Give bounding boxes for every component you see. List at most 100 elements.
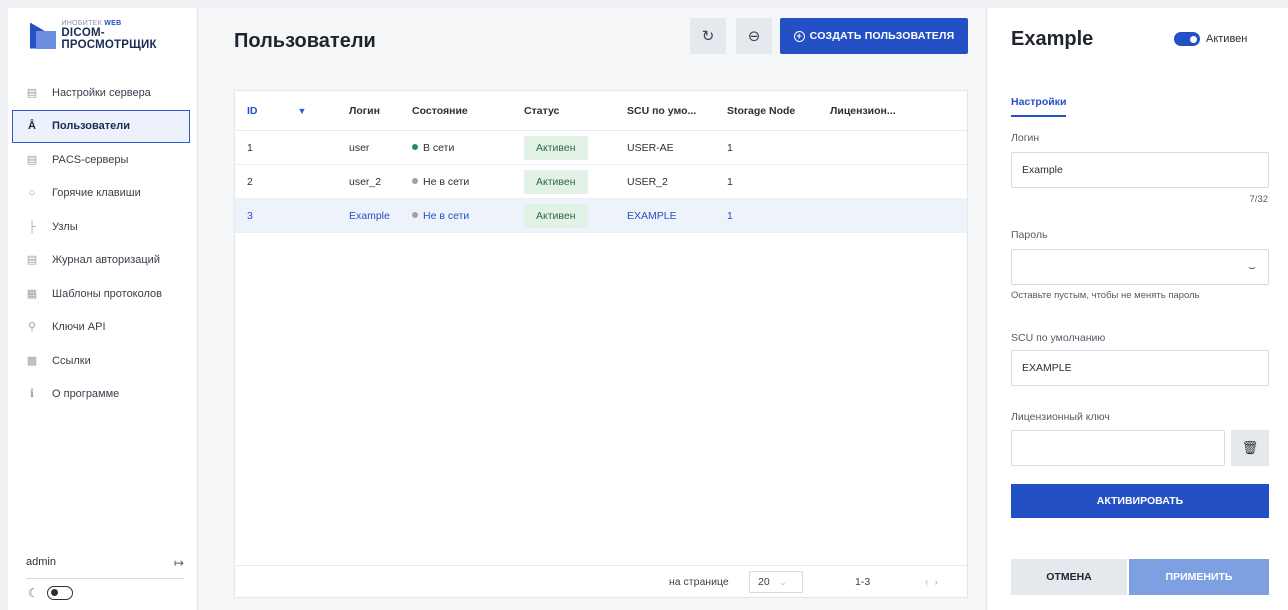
users-table: ID ▼ Логин Состояние Статус SCU по умо...…	[234, 90, 968, 598]
cell-state: Не в сети	[400, 210, 512, 222]
sidebar-item-label: Пользователи	[52, 120, 131, 133]
active-switch[interactable]	[1174, 32, 1200, 46]
page-range: 1-3	[855, 575, 871, 588]
clear-license-button[interactable]: 🗑	[1231, 430, 1269, 466]
sidebar-item-templates[interactable]: ▦ Шаблоны протоколов	[8, 277, 198, 311]
current-user: admin	[26, 556, 56, 568]
password-hint: Оставьте пустым, чтобы не менять пароль	[1011, 290, 1200, 301]
server-icon: ▤	[26, 86, 38, 99]
cell-state: В сети	[400, 142, 512, 154]
sidebar-item-label: Шаблоны протоколов	[52, 287, 162, 300]
login-field[interactable]: Example	[1011, 152, 1269, 188]
cell-status: Активен	[512, 203, 615, 228]
password-field[interactable]: ⌣	[1011, 249, 1269, 285]
cell-scu: USER_2	[627, 175, 668, 188]
sidebar-item-label: Настройки сервера	[52, 86, 151, 99]
table-row-selected[interactable]: 3 Example Не в сети Активен EXAMPLE 1	[235, 199, 967, 233]
per-page-label: на странице	[669, 575, 729, 588]
theme-toggle[interactable]	[46, 586, 73, 600]
table-row[interactable]: 2 user_2 Не в сети Активен USER_2 1	[235, 165, 967, 199]
key-icon: ⚲	[27, 321, 37, 334]
sidebar-item-server-settings[interactable]: ▤ Настройки сервера	[8, 76, 198, 110]
per-page-value: 20	[758, 576, 770, 588]
active-toggle[interactable]: Активен	[1174, 32, 1247, 46]
page-title: Пользователи	[234, 30, 376, 52]
cell-state: Не в сети	[400, 176, 512, 188]
refresh-icon: ↻	[701, 28, 715, 45]
apply-button[interactable]: ПРИМЕНИТЬ	[1129, 559, 1269, 595]
links-icon: ▩	[26, 354, 38, 367]
next-page-icon[interactable]: ›	[935, 576, 945, 588]
eye-closed-icon[interactable]: ⌣	[1248, 260, 1256, 275]
sidebar-item-label: О программе	[52, 388, 120, 401]
login-counter: 7/32	[1249, 194, 1269, 205]
sidebar-item-users[interactable]: Å Пользователи	[12, 109, 190, 143]
status-badge: Активен	[524, 203, 588, 228]
per-page-select[interactable]: 20 ⌄	[749, 571, 803, 593]
password-label: Пароль	[1011, 229, 1048, 241]
create-user-button[interactable]: + СОЗДАТЬ ПОЛЬЗОВАТЕЛЯ	[780, 18, 968, 54]
activate-button[interactable]: АКТИВИРОВАТЬ	[1011, 484, 1269, 518]
cell-id: 1	[247, 141, 253, 154]
status-badge: Активен	[524, 169, 588, 194]
sidebar-item-label: Ключи API	[52, 321, 106, 334]
sidebar-item-links[interactable]: ▩ Ссылки	[8, 344, 198, 378]
cancel-button[interactable]: ОТМЕНА	[1011, 559, 1127, 595]
sidebar-item-auth-log[interactable]: ▤ Журнал авторизаций	[8, 244, 198, 278]
filter-button[interactable]: ⊖	[736, 18, 772, 54]
table-row[interactable]: 1 user В сети Активен USER-AE 1	[235, 131, 967, 165]
scu-field[interactable]: EXAMPLE	[1011, 350, 1269, 386]
user-details-panel: Example Активен Настройки Логин Example …	[986, 8, 1288, 610]
sidebar-item-label: Журнал авторизаций	[52, 254, 160, 267]
sidebar-item-pacs[interactable]: ▤ PACS-серверы	[8, 143, 198, 177]
sidebar-item-api-keys[interactable]: ⚲ Ключи API	[8, 311, 198, 345]
app-logo[interactable]: ИНОБИТЕК WEB DICOM-ПРОСМОТРЩИК	[30, 20, 197, 51]
offline-dot-icon	[412, 211, 418, 218]
sidebar-item-about[interactable]: ℹ О программе	[8, 378, 198, 412]
logout-icon[interactable]: ↦	[174, 556, 184, 570]
cell-storage-node: 1	[727, 141, 733, 154]
logo-icon	[30, 22, 56, 49]
scu-label: SCU по умолчанию	[1011, 332, 1106, 344]
scu-value: EXAMPLE	[1022, 362, 1072, 374]
chevron-down-icon: ⌄	[779, 577, 787, 587]
cell-login: Example	[349, 209, 390, 222]
column-storage-node[interactable]: Storage Node	[715, 105, 818, 117]
column-login[interactable]: Логин	[297, 105, 400, 117]
logo-prefix: ИНОБИТЕК	[61, 20, 103, 27]
template-icon: ▦	[26, 287, 38, 300]
refresh-button[interactable]: ↻	[690, 18, 726, 54]
prev-page-icon[interactable]: ‹	[925, 576, 935, 588]
sidebar-item-label: Ссылки	[52, 354, 91, 367]
tab-settings[interactable]: Настройки	[1011, 96, 1067, 117]
status-badge: Активен	[524, 135, 588, 160]
users-icon: Å	[28, 120, 36, 133]
keyboard-icon: ○	[28, 187, 36, 200]
cell-id: 3	[247, 209, 253, 222]
pacs-icon: ▤	[26, 153, 38, 166]
cell-scu: USER-AE	[627, 141, 674, 154]
logo-name: DICOM-ПРОСМОТРЩИК	[61, 27, 157, 51]
theme-icon: ☾	[28, 586, 39, 600]
cell-login: user_2	[349, 175, 382, 188]
cell-id: 2	[247, 175, 253, 188]
sidebar-item-hotkeys[interactable]: ○ Горячие клавиши	[8, 177, 198, 211]
panel-title: Example	[1011, 28, 1094, 50]
login-label: Логин	[1011, 132, 1040, 144]
active-label: Активен	[1206, 33, 1248, 45]
log-icon: ▤	[26, 254, 38, 267]
column-status[interactable]: Статус	[512, 105, 615, 117]
cell-status: Активен	[512, 135, 615, 160]
column-id[interactable]: ID ▼	[235, 105, 306, 117]
column-scu[interactable]: SCU по умо...	[615, 105, 715, 117]
filter-icon: ⊖	[747, 28, 761, 45]
divider	[26, 578, 184, 579]
sidebar-item-nodes[interactable]: ├ Узлы	[8, 210, 198, 244]
cell-storage-node: 1	[727, 175, 733, 188]
license-field[interactable]	[1011, 430, 1225, 466]
column-state[interactable]: Состояние	[400, 105, 512, 117]
column-license[interactable]: Лицензион...	[818, 105, 918, 117]
cell-storage-node: 1	[727, 209, 733, 222]
sidebar-item-label: Узлы	[52, 220, 78, 233]
table-header: ID ▼ Логин Состояние Статус SCU по умо...…	[235, 91, 967, 131]
